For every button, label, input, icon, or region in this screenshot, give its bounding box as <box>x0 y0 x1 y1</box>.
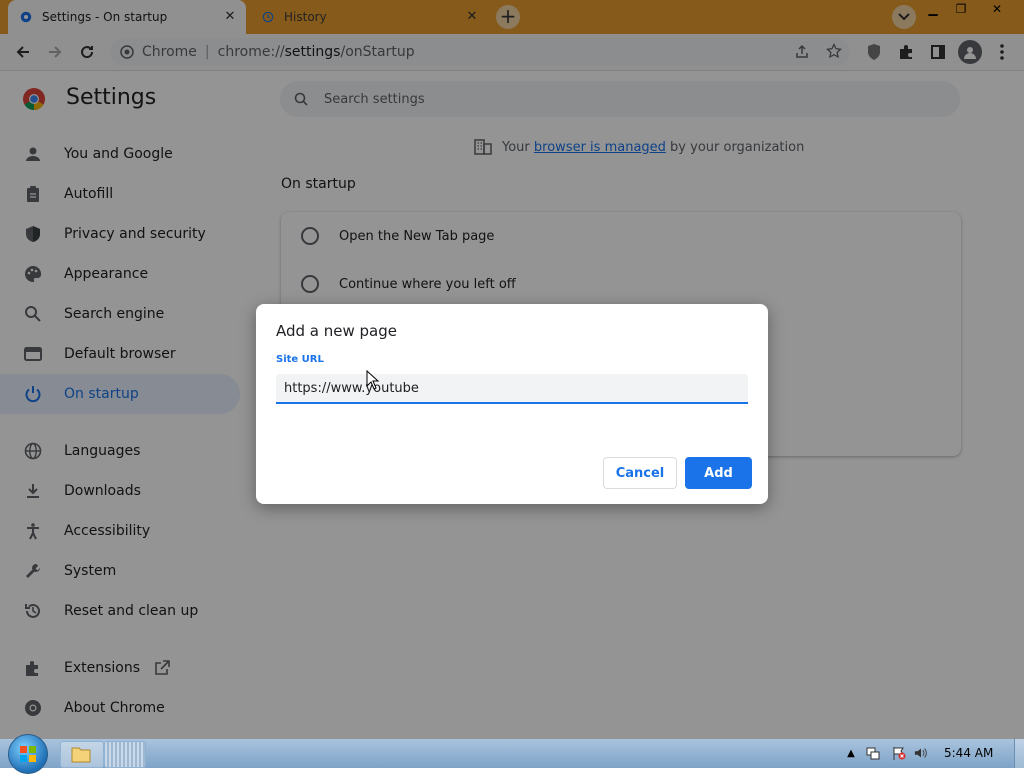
taskbar-app-explorer[interactable] <box>60 741 104 768</box>
site-url-label: Site URL <box>276 354 324 365</box>
mouse-cursor-icon <box>366 369 380 394</box>
volume-icon[interactable] <box>914 746 928 760</box>
action-center-flag-icon[interactable] <box>892 746 906 760</box>
cancel-button[interactable]: Cancel <box>603 457 677 489</box>
network-icon[interactable] <box>866 746 880 760</box>
windows-logo-icon <box>20 746 36 762</box>
add-button[interactable]: Add <box>685 457 752 489</box>
folder-icon <box>71 747 91 763</box>
windows-taskbar: ▲ 5:44 AM <box>0 734 1024 774</box>
taskbar-clock[interactable]: 5:44 AM <box>944 746 993 760</box>
tray-expand-icon[interactable]: ▲ <box>844 746 858 760</box>
dialog-title: Add a new page <box>276 322 398 340</box>
show-desktop-button[interactable] <box>1014 739 1024 768</box>
site-url-input[interactable] <box>276 374 748 404</box>
start-button[interactable] <box>8 734 48 774</box>
add-page-dialog: Add a new page Site URL Cancel Add <box>256 304 768 504</box>
taskbar-app-chrome[interactable] <box>104 741 146 768</box>
